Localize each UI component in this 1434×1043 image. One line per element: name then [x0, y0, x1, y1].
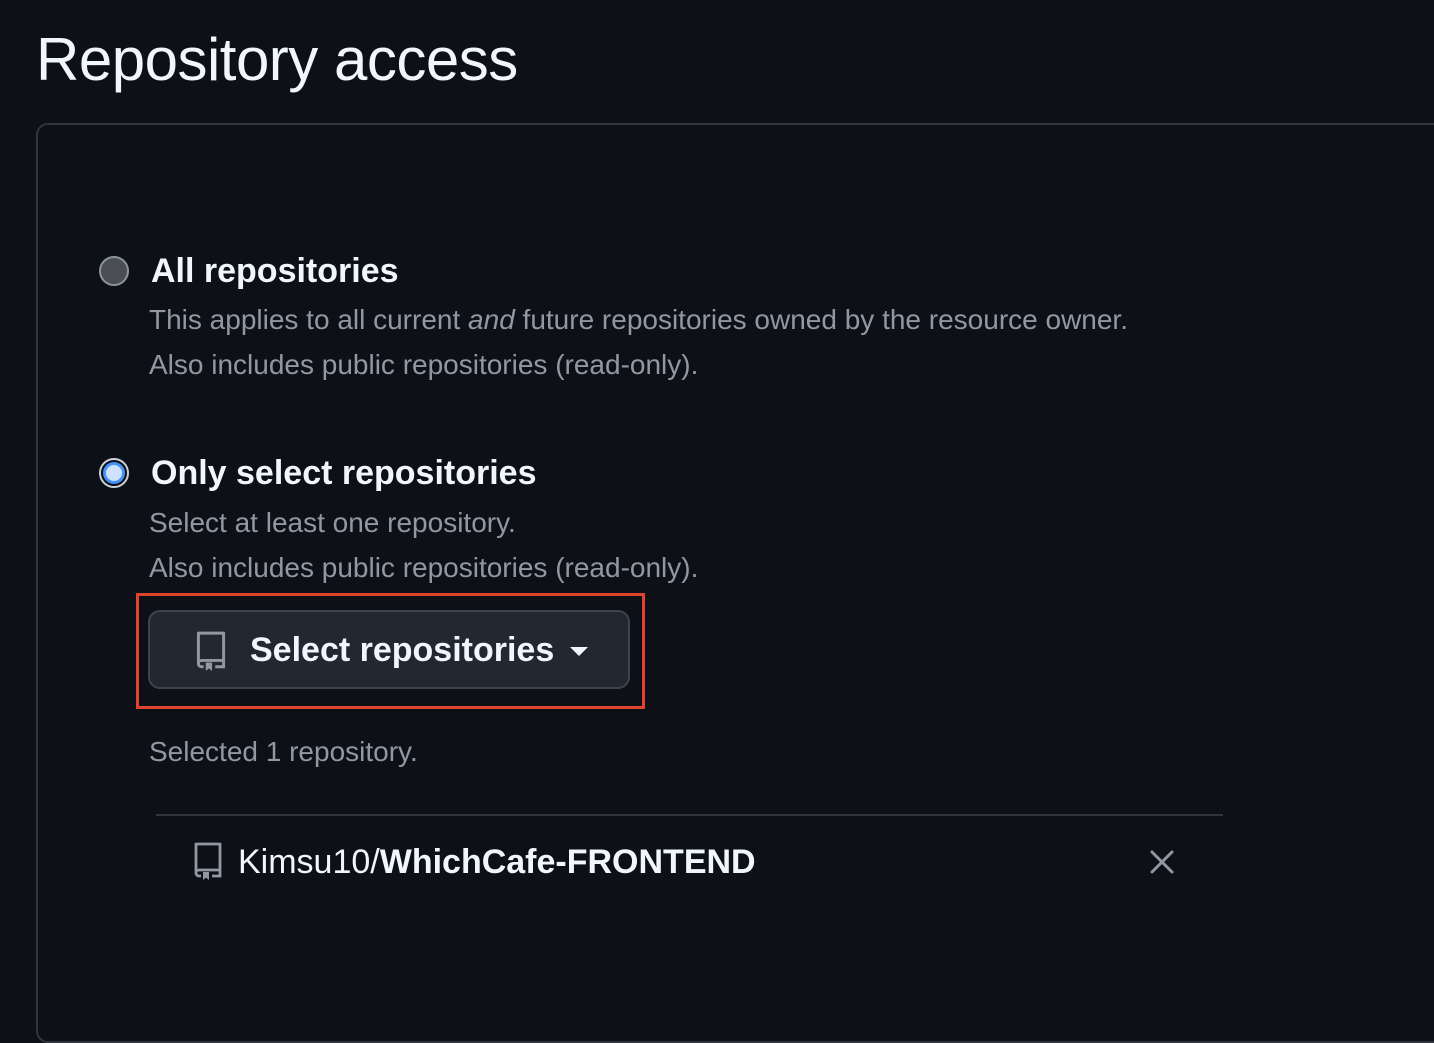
option-desc-all-repositories-line2: Also includes public repositories (read-… [149, 349, 699, 380]
option-desc-select-line1: Select at least one repository. [149, 507, 516, 538]
page-title: Repository access [36, 26, 518, 93]
chevron-down-icon [570, 647, 588, 656]
close-icon[interactable] [1146, 846, 1178, 878]
repository-name: WhichCafe-FRONTEND [379, 843, 756, 881]
option-desc-all-repositories-line1: This applies to all current and future r… [149, 304, 1128, 335]
option-label-only-select-repositories[interactable]: Only select repositories [151, 453, 537, 493]
select-repositories-label: Select repositories [250, 631, 555, 669]
option-label-all-repositories[interactable]: All repositories [151, 251, 399, 291]
repo-icon [194, 842, 222, 880]
selected-count-text: Selected 1 repository. [149, 736, 418, 767]
radio-all-repositories[interactable] [99, 256, 129, 286]
radio-only-select-repositories[interactable] [99, 458, 129, 488]
repository-owner: Kimsu10/ [238, 843, 380, 881]
repository-full-name: Kimsu10/WhichCafe-FRONTEND [238, 842, 756, 882]
select-repositories-button[interactable]: Select repositories [148, 610, 630, 689]
repo-icon [196, 631, 226, 671]
option-desc-select-line2: Also includes public repositories (read-… [149, 552, 699, 583]
selected-repository-row: Kimsu10/WhichCafe-FRONTEND [156, 816, 1223, 906]
